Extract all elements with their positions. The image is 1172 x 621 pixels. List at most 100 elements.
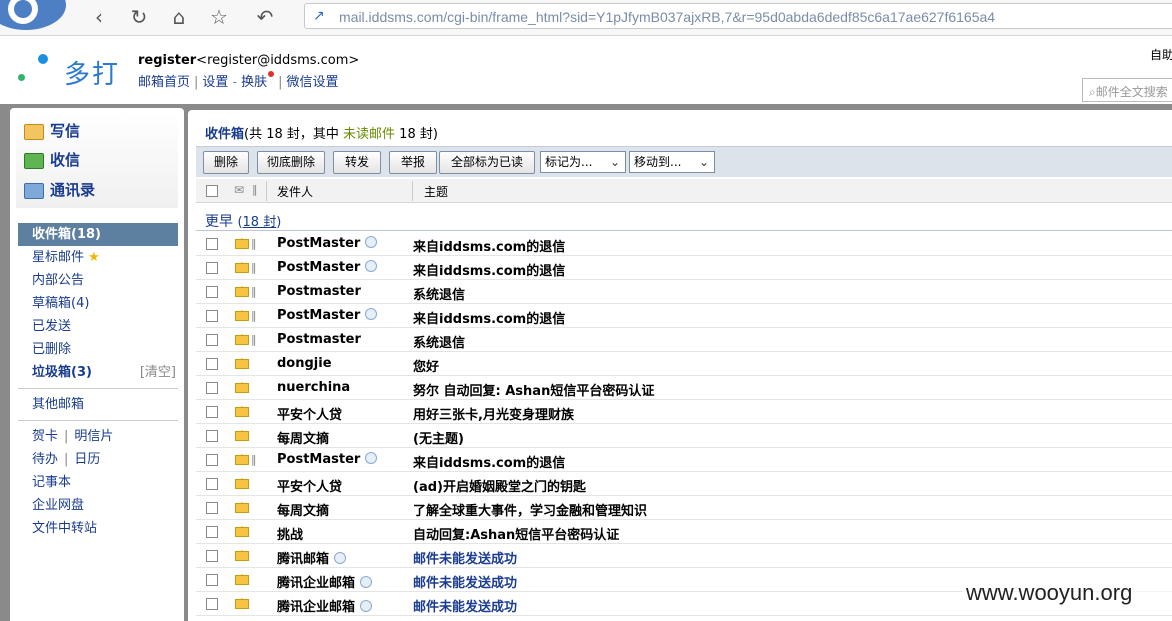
mail-row[interactable]: 每周文摘 (无主题) [196, 424, 1172, 448]
mail-checkbox[interactable] [206, 334, 218, 346]
delete-button[interactable]: 删除 [203, 151, 249, 174]
mail-checkbox[interactable] [206, 454, 218, 466]
mail-checkbox[interactable] [206, 598, 218, 610]
link-mail-home[interactable]: 邮箱首页 [138, 75, 190, 90]
mail-subject[interactable]: 邮件未能发送成功 [413, 572, 517, 591]
mail-sender[interactable]: PostMaster [277, 236, 378, 251]
unread-filter-link[interactable]: 未读邮件 [343, 127, 395, 142]
mail-sender[interactable]: 平安个人贷 [277, 404, 342, 423]
mail-sender[interactable]: 挑战 [277, 524, 303, 543]
forward-button[interactable]: 转发 [333, 151, 381, 174]
compose-button[interactable]: 写信 [24, 120, 80, 144]
brand-logo[interactable]: 多打 [14, 50, 124, 90]
home-icon[interactable]: ⌂ [166, 5, 192, 29]
link-postcard[interactable]: 明信片 [74, 429, 113, 444]
undo-icon[interactable]: ↶ [252, 5, 278, 29]
mail-checkbox[interactable] [206, 262, 218, 274]
mail-row[interactable]: ‖ PostMaster 来自iddsms.com的退信 [196, 448, 1172, 472]
mail-row[interactable]: ‖ PostMaster 来自iddsms.com的退信 [196, 304, 1172, 328]
link-enterprise-disk[interactable]: 企业网盘 [18, 494, 178, 517]
mark-as-select[interactable]: 标记为... ⌄ [540, 151, 626, 173]
mail-subject[interactable]: (ad)开启婚姻殿堂之门的钥匙 [413, 476, 586, 495]
mail-checkbox[interactable] [206, 526, 218, 538]
mail-sender[interactable]: PostMaster [277, 452, 378, 467]
mail-subject[interactable]: 努尔 自动回复: Ashan短信平台密码认证 [413, 380, 654, 399]
mail-checkbox[interactable] [206, 550, 218, 562]
mail-checkbox[interactable] [206, 502, 218, 514]
clear-spam-link[interactable]: [清空] [140, 361, 176, 384]
mail-subject[interactable]: 来自iddsms.com的退信 [413, 308, 565, 327]
purge-button[interactable]: 彻底删除 [257, 151, 325, 174]
move-to-select[interactable]: 移动到... ⌄ [629, 151, 715, 173]
mail-checkbox[interactable] [206, 406, 218, 418]
mail-sender[interactable]: nuerchina [277, 380, 350, 395]
sender-column-header[interactable]: 发件人 [277, 183, 313, 200]
folder-drafts[interactable]: 草稿箱(4) [18, 292, 178, 315]
mail-subject[interactable]: 来自iddsms.com的退信 [413, 236, 565, 255]
mail-row[interactable]: nuerchina 努尔 自动回复: Ashan短信平台密码认证 [196, 376, 1172, 400]
mail-sender[interactable]: PostMaster [277, 308, 378, 323]
mark-all-read-button[interactable]: 全部标为已读 [439, 151, 535, 174]
folder-other[interactable]: 其他邮箱 [18, 393, 178, 416]
address-bar[interactable]: ↗ mail.iddsms.com/cgi-bin/frame_html?sid… [304, 3, 1172, 29]
link-settings[interactable]: 设置 [202, 75, 228, 90]
mail-subject[interactable]: 来自iddsms.com的退信 [413, 452, 565, 471]
receive-button[interactable]: 收信 [24, 149, 80, 173]
mail-checkbox[interactable] [206, 358, 218, 370]
folder-sent[interactable]: 已发送 [18, 315, 178, 338]
link-skin[interactable]: 换肤 [241, 75, 267, 90]
mail-sender[interactable]: Postmaster [277, 332, 361, 347]
envelope-column-icon[interactable]: ✉ [234, 183, 244, 197]
fulltext-search-input[interactable]: ⌕邮件全文搜索 [1082, 78, 1172, 102]
mail-subject[interactable]: 您好 [413, 356, 439, 375]
mail-sender[interactable]: 平安个人贷 [277, 476, 342, 495]
mail-checkbox[interactable] [206, 430, 218, 442]
link-file-transfer[interactable]: 文件中转站 [18, 517, 178, 540]
mail-checkbox[interactable] [206, 382, 218, 394]
mail-row[interactable]: ‖ PostMaster 来自iddsms.com的退信 [196, 232, 1172, 256]
folder-notice[interactable]: 内部公告 [18, 269, 178, 292]
mail-subject[interactable]: 了解全球重大事件，学习金融和管理知识 [413, 500, 647, 519]
mail-subject[interactable]: 邮件未能发送成功 [413, 548, 517, 567]
link-wechat-settings[interactable]: 微信设置 [287, 75, 339, 90]
mail-sender[interactable]: PostMaster [277, 260, 378, 275]
mail-checkbox[interactable] [206, 574, 218, 586]
link-todo[interactable]: 待办 [32, 452, 58, 467]
mail-row[interactable]: 平安个人贷 用好三张卡,月光变身理财族 [196, 400, 1172, 424]
contacts-button[interactable]: 通讯录 [24, 179, 95, 203]
attachment-column-icon[interactable]: ‖ [252, 183, 258, 196]
back-icon[interactable]: ‹ [86, 5, 112, 29]
mail-subject[interactable]: 邮件未能发送成功 [413, 596, 517, 615]
mail-subject[interactable]: (无主题) [413, 428, 464, 447]
select-all-checkbox[interactable] [206, 185, 218, 197]
mail-row[interactable]: dongjie 您好 [196, 352, 1172, 376]
mail-checkbox[interactable] [206, 478, 218, 490]
mail-row[interactable]: ‖ PostMaster 来自iddsms.com的退信 [196, 256, 1172, 280]
mail-subject[interactable]: 系统退信 [413, 284, 465, 303]
mail-checkbox[interactable] [206, 310, 218, 322]
mail-row[interactable]: 挑战 自动回复:Ashan短信平台密码认证 [196, 520, 1172, 544]
mail-row[interactable]: 每周文摘 了解全球重大事件，学习金融和管理知识 [196, 496, 1172, 520]
link-notes[interactable]: 记事本 [18, 471, 178, 494]
mail-row[interactable]: ‖ Postmaster 系统退信 [196, 328, 1172, 352]
group-count-link[interactable]: 18 封 [243, 215, 277, 230]
folder-spam[interactable]: 垃圾箱(3) [清空] [18, 361, 178, 384]
url-text[interactable]: mail.iddsms.com/cgi-bin/frame_html?sid=Y… [339, 9, 995, 25]
mail-checkbox[interactable] [206, 238, 218, 250]
mail-row[interactable]: 平安个人贷 (ad)开启婚姻殿堂之门的钥匙 [196, 472, 1172, 496]
mail-subject[interactable]: 系统退信 [413, 332, 465, 351]
mail-sender[interactable]: 每周文摘 [277, 500, 329, 519]
mail-sender[interactable]: 腾讯企业邮箱 [277, 572, 373, 591]
mail-checkbox[interactable] [206, 286, 218, 298]
report-button[interactable]: 举报 [389, 151, 437, 174]
favorite-star-icon[interactable]: ☆ [206, 5, 232, 29]
self-service-link[interactable]: 自助 [1150, 46, 1172, 63]
refresh-icon[interactable]: ↻ [126, 5, 152, 29]
mail-sender[interactable]: 腾讯邮箱 [277, 548, 347, 567]
subject-column-header[interactable]: 主题 [424, 183, 448, 200]
mail-subject[interactable]: 来自iddsms.com的退信 [413, 260, 565, 279]
mail-sender[interactable]: dongjie [277, 356, 332, 371]
mail-subject[interactable]: 自动回复:Ashan短信平台密码认证 [413, 524, 619, 543]
mail-sender[interactable]: 每周文摘 [277, 428, 329, 447]
folder-starred[interactable]: 星标邮件 ★ [18, 246, 178, 269]
